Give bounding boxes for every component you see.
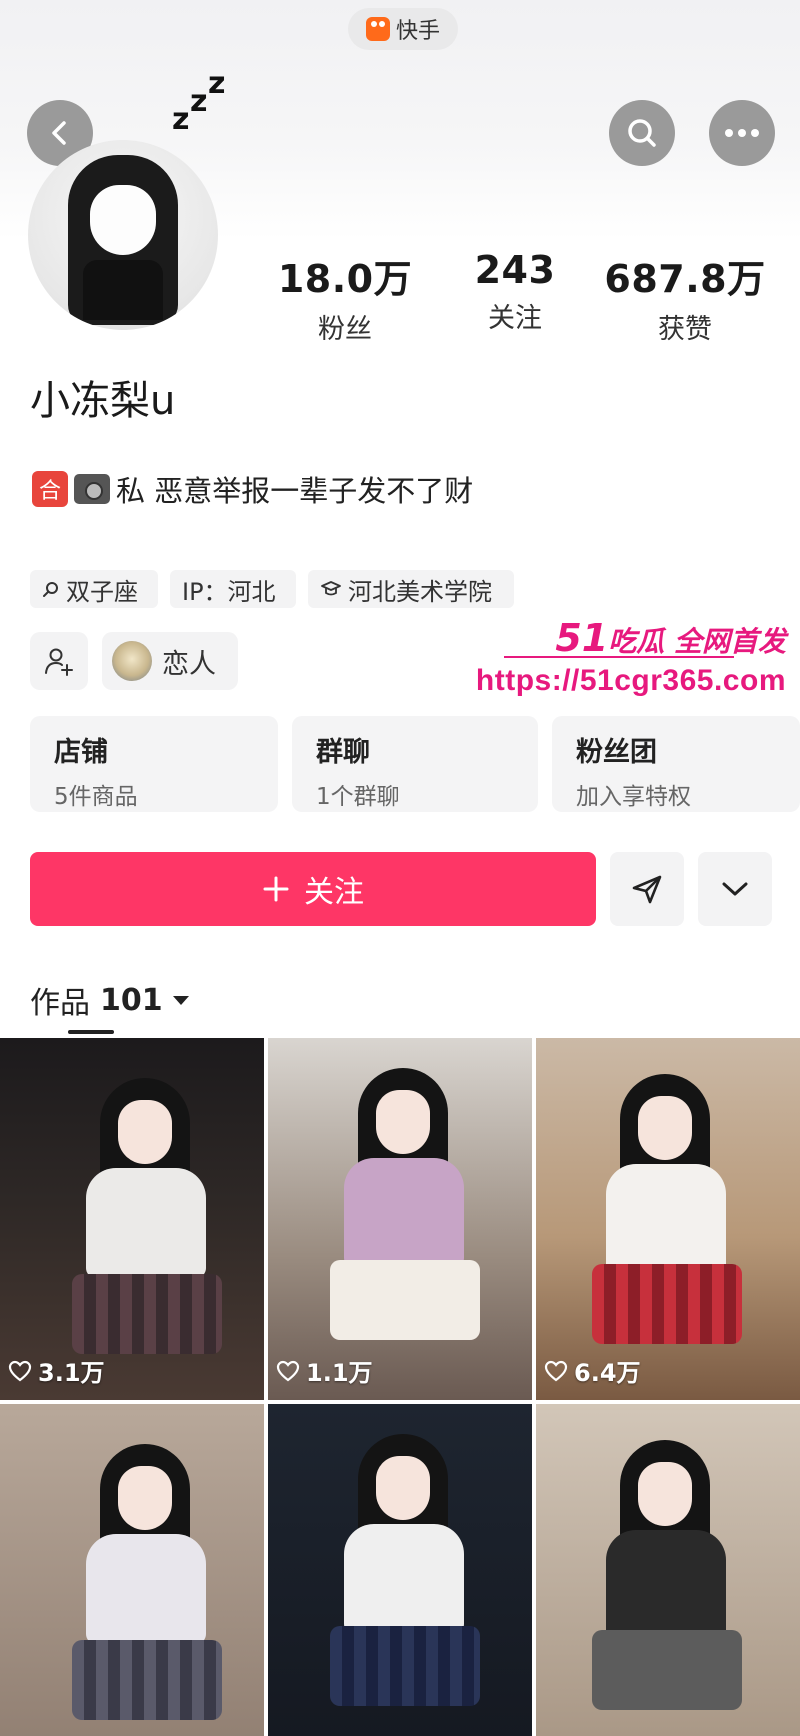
thumbnail-figure — [118, 1466, 172, 1530]
more-dots-icon — [725, 129, 759, 137]
video-thumbnail[interactable] — [536, 1404, 800, 1736]
watermark: 51吃瓜 全网首发 https://51cgr365.com — [476, 616, 794, 706]
likes-value: 3.1万 — [38, 1359, 105, 1387]
tag-ip: IP：河北 — [170, 570, 296, 608]
card-subtitle: 加入享特权 — [576, 784, 691, 810]
thumbnail-figure — [638, 1462, 692, 1526]
card-title: 粉丝团 — [576, 737, 657, 768]
card-subtitle: 1个群聊 — [316, 784, 400, 810]
likes-count: 1.1万 — [276, 1353, 373, 1388]
he-badge-icon: 合 — [32, 471, 68, 507]
expand-button[interactable] — [698, 852, 772, 926]
shop-card[interactable]: 店铺 5件商品 — [30, 716, 278, 812]
stat-value: 18.0万 — [277, 257, 413, 301]
video-thumbnail[interactable]: 1.1万 — [268, 1038, 532, 1400]
app-name: 快手 — [395, 19, 440, 44]
thumbnail-figure — [72, 1640, 222, 1720]
kuaishou-logo-icon — [365, 17, 390, 41]
tag-label: IP：河北 — [182, 577, 276, 606]
partner-avatar — [112, 641, 152, 681]
thumbnail-figure — [592, 1264, 742, 1344]
plus-icon — [263, 876, 289, 902]
stat-value: 243 — [474, 248, 556, 292]
tag-label: 河北美术学院 — [348, 577, 492, 606]
share-button[interactable] — [610, 852, 684, 926]
likes-value: 1.1万 — [306, 1359, 373, 1387]
thumbnail-figure — [376, 1456, 430, 1520]
fan-club-card[interactable]: 粉丝团 加入享特权 — [552, 716, 800, 812]
card-title: 群聊 — [316, 737, 370, 768]
thumbnail-figure — [606, 1164, 726, 1274]
more-button[interactable] — [709, 100, 775, 166]
follow-label: 关注 — [304, 875, 364, 910]
watermark-brand: 51吃瓜 全网首发 — [555, 616, 786, 660]
works-label: 作品 — [30, 986, 90, 1021]
thumbnail-figure — [592, 1630, 742, 1710]
bio-text: 私 恶意举报一辈子发不了财 — [116, 474, 474, 508]
video-thumbnail[interactable] — [268, 1404, 532, 1736]
works-count: 101 — [100, 982, 163, 1018]
bio: 合 私 恶意举报一辈子发不了财 — [32, 468, 473, 510]
group-chat-card[interactable]: 群聊 1个群聊 — [292, 716, 538, 812]
send-icon — [632, 875, 662, 904]
search-button[interactable] — [609, 100, 675, 166]
heart-icon — [276, 1360, 300, 1381]
video-thumbnail[interactable] — [0, 1404, 264, 1736]
thumbnail-figure — [330, 1260, 480, 1340]
stat-fans[interactable]: 18.0万 粉丝 — [270, 248, 420, 346]
thumbnail-figure — [330, 1626, 480, 1706]
avatar[interactable] — [28, 140, 218, 330]
relation-chip[interactable]: 恋人 — [102, 632, 238, 690]
graduation-cap-icon — [321, 581, 341, 596]
likes-count: 6.4万 — [544, 1353, 641, 1388]
tag-zodiac[interactable]: 双子座 — [30, 570, 158, 608]
thumbnail-figure — [344, 1158, 464, 1268]
avatar-body — [83, 260, 163, 320]
relation-label: 恋人 — [162, 648, 216, 680]
thumbnail-figure — [606, 1530, 726, 1640]
add-friend-button[interactable] — [30, 632, 88, 690]
thumbnail-figure — [638, 1096, 692, 1160]
watermark-line — [504, 656, 734, 658]
username: 小冻梨u — [30, 378, 176, 424]
likes-count: 3.1万 — [8, 1353, 105, 1388]
video-thumbnail[interactable]: 6.4万 — [536, 1038, 800, 1400]
thumbnail-figure — [72, 1274, 222, 1354]
chevron-down-icon — [722, 882, 748, 896]
thumbnail-figure — [344, 1524, 464, 1634]
stat-following[interactable]: 243 关注 — [440, 248, 590, 335]
caret-down-icon — [172, 995, 189, 1005]
thumbnail-figure — [118, 1100, 172, 1164]
heart-icon — [8, 1360, 32, 1381]
video-thumbnail[interactable]: 3.1万 — [0, 1038, 264, 1400]
stat-label: 获赞 — [658, 314, 712, 345]
stat-label: 关注 — [488, 303, 542, 334]
app-badge: 快手 — [348, 8, 458, 50]
chevron-left-icon — [52, 121, 66, 145]
stat-likes[interactable]: 687.8万 获赞 — [600, 248, 770, 346]
avatar-face — [90, 185, 156, 255]
thumbnail-figure — [86, 1168, 206, 1278]
zodiac-icon — [43, 582, 58, 597]
add-user-icon — [45, 648, 73, 676]
tag-school[interactable]: 河北美术学院 — [308, 570, 514, 608]
tab-works[interactable]: 作品 101 — [30, 978, 189, 1022]
follow-button[interactable]: 关注 — [30, 852, 596, 926]
tag-label: 双子座 — [66, 577, 138, 606]
watermark-brand-text: 吃瓜 全网首发 — [608, 625, 786, 658]
heart-icon — [544, 1360, 568, 1381]
watermark-number: 51 — [555, 616, 609, 660]
stat-label: 粉丝 — [318, 314, 372, 345]
tab-indicator — [68, 1030, 114, 1034]
thumbnail-figure — [376, 1090, 430, 1154]
search-icon — [628, 119, 656, 147]
watermark-url: https://51cgr365.com — [475, 664, 786, 697]
likes-value: 6.4万 — [574, 1359, 641, 1387]
camera-icon — [74, 474, 110, 504]
card-title: 店铺 — [54, 737, 108, 768]
card-subtitle: 5件商品 — [54, 784, 138, 810]
stat-value: 687.8万 — [604, 257, 766, 301]
thumbnail-figure — [86, 1534, 206, 1644]
